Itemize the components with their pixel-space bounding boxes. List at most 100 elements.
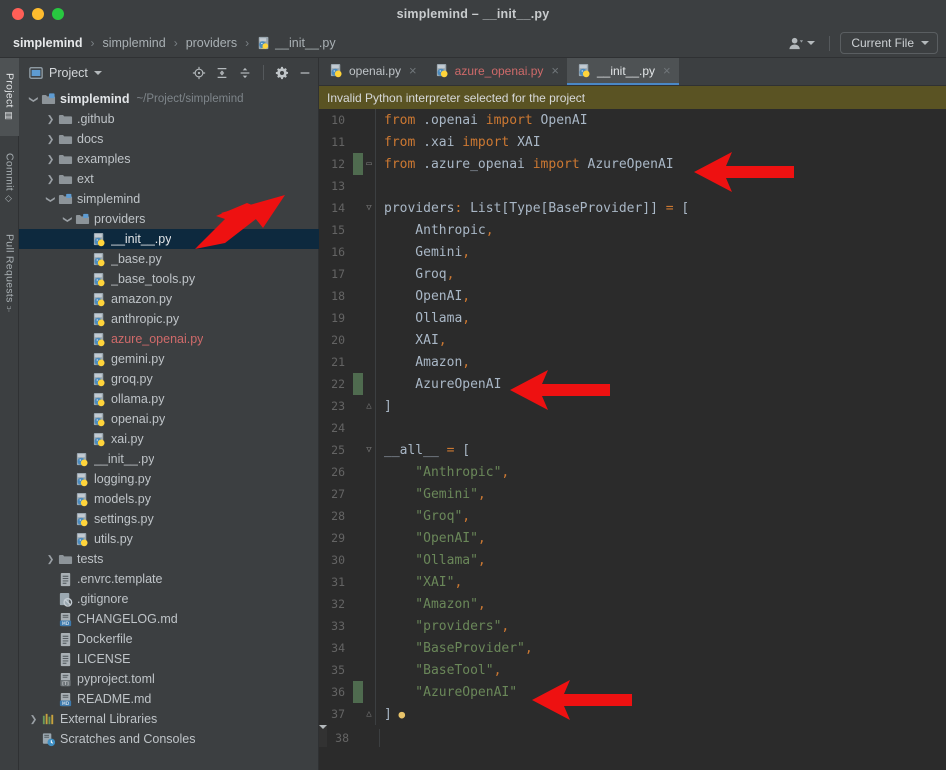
code-fold-toggle-icon[interactable]: ▽ [363, 445, 375, 455]
code-line[interactable]: 28 "Groq", [319, 505, 946, 527]
code-line[interactable]: 33 "providers", [319, 615, 946, 637]
breadcrumb-item-project[interactable]: simplemind [10, 35, 85, 51]
code-line[interactable]: 38 [319, 725, 380, 747]
locate-in-tree-icon[interactable] [192, 66, 206, 80]
run-configuration-selector[interactable]: Current File [840, 32, 938, 54]
code-line[interactable]: 20 XAI, [319, 329, 946, 351]
tree-row[interactable]: _base_tools.py [19, 269, 319, 289]
tree-row[interactable]: settings.py [19, 509, 319, 529]
tree-row[interactable]: anthropic.py [19, 309, 319, 329]
chevron-right-icon[interactable]: ❯ [44, 174, 57, 184]
close-icon[interactable]: × [551, 63, 559, 78]
code-line[interactable]: 31 "XAI", [319, 571, 946, 593]
code-line[interactable]: 18 OpenAI, [319, 285, 946, 307]
tree-row[interactable]: LICENSE [19, 649, 319, 669]
chevron-right-icon[interactable]: ❯ [44, 114, 57, 124]
chevron-right-icon[interactable]: ❯ [44, 154, 57, 164]
chevron-down-icon[interactable]: ❯ [46, 193, 56, 206]
intention-bulb-icon[interactable]: ● [392, 708, 405, 721]
tree-row[interactable]: MD CHANGELOG.md [19, 609, 319, 629]
tree-row[interactable]: gemini.py [19, 349, 319, 369]
stripe-item-project[interactable]: Project ▤ [0, 58, 19, 136]
tree-row[interactable]: __init__.py [19, 449, 319, 469]
chevron-down-icon[interactable]: ❯ [63, 213, 73, 226]
tree-row[interactable]: ❯ providers [19, 209, 319, 229]
code-line[interactable]: 23 △] [319, 395, 946, 417]
editor-tab--init-py[interactable]: __init__.py × [566, 58, 679, 85]
chevron-down-icon[interactable]: ❯ [29, 93, 39, 106]
breadcrumb-item-file[interactable]: __init__.py [254, 35, 338, 51]
interpreter-warning-banner[interactable]: Invalid Python interpreter selected for … [319, 86, 946, 109]
code-line[interactable]: 16 Gemini, [319, 241, 946, 263]
editor-tab-openai-py[interactable]: openai.py × [319, 58, 425, 85]
close-icon[interactable]: × [409, 63, 417, 78]
code-line[interactable]: 27 "Gemini", [319, 483, 946, 505]
code-line[interactable]: 12 ▭ from .azure_openai import AzureOpenAI [319, 153, 946, 175]
code-line[interactable]: 10 from .openai import OpenAI [319, 109, 946, 131]
code-line[interactable]: 34 "BaseProvider", [319, 637, 946, 659]
tree-row[interactable]: ❯ External Libraries [19, 709, 319, 729]
tree-row[interactable]: ❯ docs [19, 129, 319, 149]
tree-row[interactable]: models.py [19, 489, 319, 509]
tree-row[interactable]: _base.py [19, 249, 319, 269]
tree-row[interactable]: openai.py [19, 409, 319, 429]
tree-row[interactable]: utils.py [19, 529, 319, 549]
code-line[interactable]: 29 "OpenAI", [319, 527, 946, 549]
code-line[interactable]: 35 "BaseTool", [319, 659, 946, 681]
code-fold-toggle-icon[interactable]: ▽ [363, 203, 375, 213]
collapse-all-icon[interactable] [238, 66, 252, 80]
code-line[interactable]: 13 [319, 175, 946, 197]
tree-row[interactable]: MD README.md [19, 689, 319, 709]
hide-panel-icon[interactable] [298, 66, 312, 80]
tree-row[interactable]: Dockerfile [19, 629, 319, 649]
code-line[interactable]: 37 △] ● [319, 703, 946, 725]
code-line[interactable]: 15 Anthropic, [319, 219, 946, 241]
code-fold-toggle-icon[interactable]: ▭ [363, 159, 375, 169]
editor-tab-bar[interactable]: openai.py × azure_openai.py × __init__.py × [319, 58, 946, 86]
tree-row[interactable]: groq.py [19, 369, 319, 389]
expand-all-icon[interactable] [215, 66, 229, 80]
code-line[interactable]: 19 Ollama, [319, 307, 946, 329]
code-line[interactable]: 26 "Anthropic", [319, 461, 946, 483]
tree-row[interactable]: .gitignore [19, 589, 319, 609]
tree-row[interactable]: ❯ ext [19, 169, 319, 189]
vcs-added-line-marker[interactable] [353, 373, 363, 395]
tree-row[interactable]: ❯ examples [19, 149, 319, 169]
tree-row[interactable]: xai.py [19, 429, 319, 449]
vcs-added-line-marker[interactable] [353, 153, 363, 175]
chevron-right-icon[interactable]: ❯ [27, 714, 40, 724]
tree-row[interactable]: amazon.py [19, 289, 319, 309]
code-line[interactable]: 21 Amazon, [319, 351, 946, 373]
code-line[interactable]: 14 ▽ providers: List[Type[BaseProvider]] =… [319, 197, 946, 219]
code-line[interactable]: 36 "AzureOpenAI" [319, 681, 946, 703]
code-line[interactable]: 32 "Amazon", [319, 593, 946, 615]
code-fold-toggle-icon[interactable]: △ [363, 709, 375, 719]
tree-row[interactable]: logging.py [19, 469, 319, 489]
tree-row[interactable]: azure_openai.py [19, 329, 319, 349]
close-icon[interactable]: × [663, 63, 671, 78]
chevron-right-icon[interactable]: ❯ [44, 554, 57, 564]
editor-tab-azure-openai-py[interactable]: azure_openai.py × [425, 58, 567, 85]
code-line[interactable]: 25 ▽ __all__ = [ [319, 439, 946, 461]
project-file-tree[interactable]: ❯ simplemind ~/Project/simplemind ❯ .github ❯… [19, 87, 319, 770]
chevron-down-icon[interactable] [93, 70, 102, 75]
breadcrumb-item-providers[interactable]: providers [183, 35, 240, 51]
vcs-added-line-marker[interactable] [353, 681, 363, 703]
tree-row[interactable]: ❯ simplemind ~/Project/simplemind [19, 89, 319, 109]
code-line[interactable]: 17 Groq, [319, 263, 946, 285]
tree-row[interactable]: ❯ tests [19, 549, 319, 569]
code-fold-toggle-icon[interactable]: △ [363, 401, 375, 411]
tree-row[interactable]: .envrc.template [19, 569, 319, 589]
code-line[interactable]: 11 from .xai import XAI [319, 131, 946, 153]
chevron-right-icon[interactable]: ❯ [44, 134, 57, 144]
stripe-item-pull-requests[interactable]: Pull Requests ⑂ [0, 222, 19, 326]
code-line[interactable]: 24 [319, 417, 946, 439]
code-line[interactable]: 22 AzureOpenAI [319, 373, 946, 395]
code-editor[interactable]: 10 from .openai import OpenAI 11 from .xai … [319, 109, 946, 770]
tree-row-selected[interactable]: __init__.py [19, 229, 319, 249]
settings-gear-icon[interactable] [275, 66, 289, 80]
stripe-item-commit[interactable]: Commit ◇ [0, 140, 19, 218]
tree-row[interactable]: [T] pyproject.toml [19, 669, 319, 689]
tree-row[interactable]: ❯ simplemind [19, 189, 319, 209]
tree-row[interactable]: ollama.py [19, 389, 319, 409]
